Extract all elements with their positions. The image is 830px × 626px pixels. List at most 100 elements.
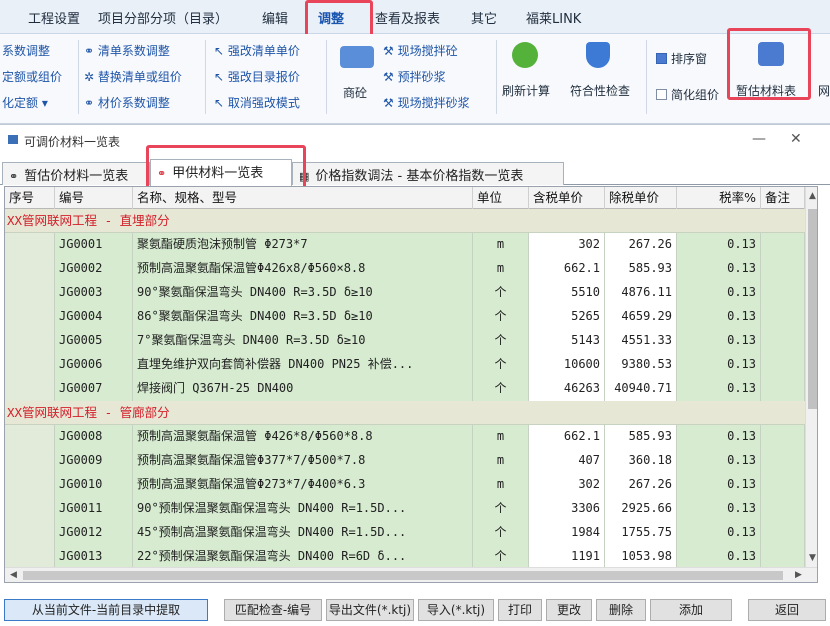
menu-view-report[interactable]: 查看及报表: [375, 8, 440, 27]
cell-tax-rate[interactable]: 0.13: [677, 233, 761, 257]
table-row[interactable]: JG0001 聚氨酯硬质泡沫预制管 Φ273*7 m 302 267.26 0.13: [5, 233, 805, 257]
cell-unit[interactable]: m: [473, 449, 529, 473]
cell-note[interactable]: [761, 257, 805, 281]
cell-note[interactable]: [761, 425, 805, 449]
cell-seq[interactable]: [5, 521, 55, 545]
cell-tax-price[interactable]: 662.1: [529, 257, 605, 281]
ribbon-cut-label[interactable]: 网: [818, 82, 830, 99]
table-row[interactable]: JG0003 90°聚氨酯保温弯头 DN400 R=3.5D δ≥10 个 5510 4…: [5, 281, 805, 305]
cell-name[interactable]: 7°聚氨酯保温弯头 DN400 R=3.5D δ≥10: [133, 329, 473, 353]
cell-net-price[interactable]: 360.18: [605, 449, 677, 473]
cell-code[interactable]: JG0008: [55, 425, 133, 449]
cell-name[interactable]: 90°预制保温聚氨酯保温弯头 DN400 R=1.5D...: [133, 497, 473, 521]
cell-tax-price[interactable]: 1191: [529, 545, 605, 569]
delete-button[interactable]: 删除: [596, 599, 646, 621]
cell-seq[interactable]: [5, 257, 55, 281]
cell-tax-price[interactable]: 5510: [529, 281, 605, 305]
cell-name[interactable]: 预制高温聚氨酯保温管Φ426x8/Φ560×8.8: [133, 257, 473, 281]
cell-tax-price[interactable]: 5143: [529, 329, 605, 353]
cell-tax-rate[interactable]: 0.13: [677, 305, 761, 329]
ribbon-replace-list[interactable]: ✲ 替换清单或组价: [84, 68, 182, 85]
cell-seq[interactable]: [5, 329, 55, 353]
ribbon-simplify-price[interactable]: 简化组价: [656, 86, 719, 103]
cell-seq[interactable]: [5, 497, 55, 521]
ribbon-force-dir-price[interactable]: ↖ 强改目录报价: [214, 68, 300, 85]
cell-unit[interactable]: 个: [473, 497, 529, 521]
scroll-up-icon[interactable]: ▲: [809, 191, 816, 201]
cell-code[interactable]: JG0013: [55, 545, 133, 569]
ribbon-compliance-check[interactable]: 符合性检查: [570, 82, 630, 99]
cell-tax-rate[interactable]: 0.13: [677, 497, 761, 521]
cell-name[interactable]: 预制高温聚氨酯保温管 Φ426*8/Φ560*8.8: [133, 425, 473, 449]
modify-button[interactable]: 更改: [546, 599, 592, 621]
cell-code[interactable]: JG0003: [55, 281, 133, 305]
return-button[interactable]: 返回: [748, 599, 826, 621]
cell-note[interactable]: [761, 473, 805, 497]
col-net-price[interactable]: 除税单价: [605, 187, 677, 209]
cell-code[interactable]: JG0004: [55, 305, 133, 329]
cell-unit[interactable]: m: [473, 425, 529, 449]
menu-project-settings[interactable]: 工程设置: [28, 8, 80, 27]
table-row[interactable]: JG0013 22°预制保温聚氨酯保温弯头 DN400 R=6D δ... 个 119…: [5, 545, 805, 569]
ribbon-site-concrete[interactable]: ⚒ 现场搅拌砼: [383, 42, 458, 59]
col-note[interactable]: 备注: [761, 187, 805, 209]
group-header-row[interactable]: XX管网联网工程 - 直埋部分: [5, 209, 805, 233]
cell-tax-price[interactable]: 46263: [529, 377, 605, 401]
menu-fulai-link[interactable]: 福莱LINK: [526, 8, 581, 27]
ribbon-quota-or-price[interactable]: 定额或组价: [2, 68, 62, 85]
import-button[interactable]: 导入(*.ktj): [418, 599, 494, 621]
cell-tax-rate[interactable]: 0.13: [677, 449, 761, 473]
col-name[interactable]: 名称、规格、型号: [133, 187, 473, 209]
cell-net-price[interactable]: 4551.33: [605, 329, 677, 353]
cell-name[interactable]: 22°预制保温聚氨酯保温弯头 DN400 R=6D δ...: [133, 545, 473, 569]
col-tax-rate[interactable]: 税率%: [677, 187, 761, 209]
menu-other[interactable]: 其它: [471, 8, 497, 27]
cell-net-price[interactable]: 267.26: [605, 233, 677, 257]
cell-net-price[interactable]: 2925.66: [605, 497, 677, 521]
cell-note[interactable]: [761, 497, 805, 521]
cell-name[interactable]: 直埋免维护双向套筒补偿器 DN400 PN25 补偿...: [133, 353, 473, 377]
table-row[interactable]: JG0008 预制高温聚氨酯保温管 Φ426*8/Φ560*8.8 m 662.1 58…: [5, 425, 805, 449]
cell-net-price[interactable]: 1053.98: [605, 545, 677, 569]
ribbon-coef-adjust[interactable]: 系数调整: [2, 42, 50, 59]
table-row[interactable]: JG0011 90°预制保温聚氨酯保温弯头 DN400 R=1.5D... 个 330…: [5, 497, 805, 521]
cell-seq[interactable]: [5, 545, 55, 569]
cell-tax-rate[interactable]: 0.13: [677, 377, 761, 401]
cell-name[interactable]: 45°预制高温聚氨酯保温弯头 DN400 R=1.5D...: [133, 521, 473, 545]
tab-price-index[interactable]: ▦ 价格指数调法 - 基本价格指数一览表: [292, 162, 564, 185]
col-unit[interactable]: 单位: [473, 187, 529, 209]
cell-note[interactable]: [761, 305, 805, 329]
group-header-row[interactable]: XX管网联网工程 - 管廊部分: [5, 401, 805, 425]
cell-note[interactable]: [761, 377, 805, 401]
cell-unit[interactable]: 个: [473, 329, 529, 353]
cell-code[interactable]: JG0002: [55, 257, 133, 281]
ribbon-site-mortar[interactable]: ⚒ 现场搅拌砂浆: [383, 94, 470, 111]
cell-name[interactable]: 预制高温聚氨酯保温管Φ273*7/Φ400*6.3: [133, 473, 473, 497]
cell-net-price[interactable]: 585.93: [605, 425, 677, 449]
cell-tax-price[interactable]: 662.1: [529, 425, 605, 449]
scroll-left-icon[interactable]: ◀: [10, 570, 17, 580]
table-row[interactable]: JG0009 预制高温聚氨酯保温管Φ377*7/Φ500*7.8 m 407 360.1…: [5, 449, 805, 473]
cell-tax-price[interactable]: 407: [529, 449, 605, 473]
horizontal-scrollbar[interactable]: ◀ ▶: [5, 567, 817, 582]
cell-code[interactable]: JG0007: [55, 377, 133, 401]
cell-name[interactable]: 预制高温聚氨酯保温管Φ377*7/Φ500*7.8: [133, 449, 473, 473]
cell-unit[interactable]: 个: [473, 353, 529, 377]
extract-current-button[interactable]: 从当前文件-当前目录中提取: [4, 599, 208, 621]
checkbox-icon[interactable]: [656, 89, 667, 100]
cell-name[interactable]: 焊接阀门 Q367H-25 DN400: [133, 377, 473, 401]
ribbon-commercial-concrete[interactable]: 商砼: [343, 84, 367, 101]
cell-tax-rate[interactable]: 0.13: [677, 257, 761, 281]
close-icon[interactable]: ✕: [790, 131, 802, 147]
minimize-icon[interactable]: —: [752, 131, 766, 147]
cell-unit[interactable]: 个: [473, 545, 529, 569]
cell-seq[interactable]: [5, 449, 55, 473]
cell-seq[interactable]: [5, 473, 55, 497]
table-row[interactable]: JG0007 焊接阀门 Q367H-25 DN400 个 46263 40940.71 0…: [5, 377, 805, 401]
cell-net-price[interactable]: 40940.71: [605, 377, 677, 401]
col-seq[interactable]: 序号: [5, 187, 55, 209]
horizontal-scroll-thumb[interactable]: [23, 571, 783, 580]
cell-tax-rate[interactable]: 0.13: [677, 353, 761, 377]
cell-unit[interactable]: m: [473, 233, 529, 257]
cell-seq[interactable]: [5, 281, 55, 305]
